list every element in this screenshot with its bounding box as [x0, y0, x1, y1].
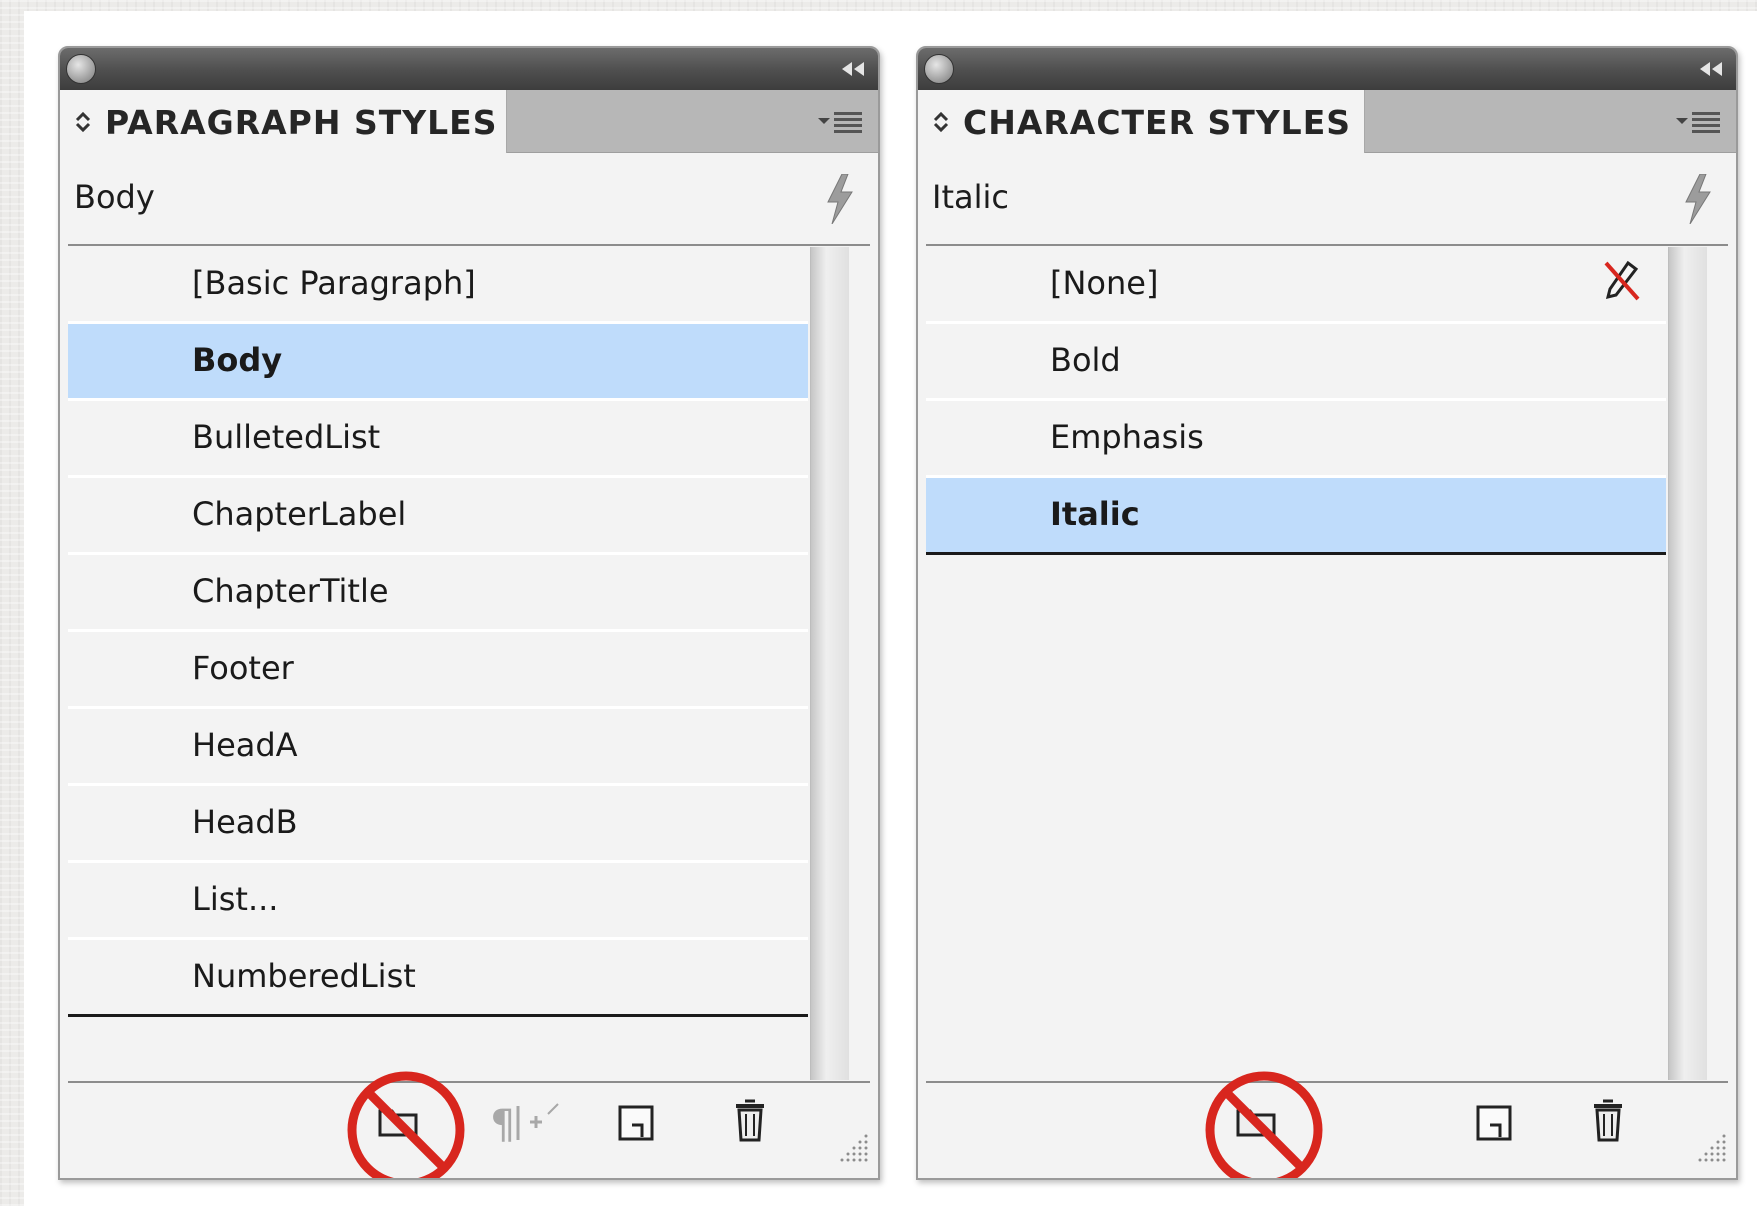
delete-trash-icon[interactable]: [732, 1098, 768, 1142]
tab-sort-arrows-icon: [75, 111, 91, 133]
tab-sort-arrows-icon: [933, 111, 949, 133]
divider: [68, 1081, 870, 1083]
scrollbar[interactable]: [1668, 247, 1707, 1080]
svg-text:¶: ¶: [490, 1102, 515, 1144]
panel-menu-icon[interactable]: [818, 110, 864, 134]
collapse-arrows-icon[interactable]: [840, 62, 866, 76]
divider: [926, 244, 1728, 246]
new-style-icon[interactable]: [616, 1103, 656, 1143]
prohibited-icon: [1205, 1071, 1323, 1178]
resize-grip-icon[interactable]: [836, 1130, 870, 1164]
list-item[interactable]: List...: [68, 863, 808, 940]
panel-title: CHARACTER STYLES: [963, 103, 1352, 142]
close-icon[interactable]: [66, 54, 96, 84]
clear-overrides-icon[interactable]: ¶: [490, 1100, 564, 1144]
list-item[interactable]: HeadA: [68, 709, 808, 786]
list-item[interactable]: [Basic Paragraph]: [68, 247, 808, 324]
character-style-list: [None] Bold Emphasis Italic: [926, 247, 1666, 1077]
prohibited-icon: [347, 1071, 465, 1178]
paragraph-style-list: [Basic Paragraph] Body BulletedList Chap…: [68, 247, 808, 1077]
panel-titlebar: [918, 48, 1736, 90]
list-item[interactable]: Footer: [68, 632, 808, 709]
list-item[interactable]: HeadB: [68, 786, 808, 863]
delete-trash-icon[interactable]: [1590, 1098, 1626, 1142]
list-item[interactable]: BulletedList: [68, 401, 808, 478]
divider: [926, 1081, 1728, 1083]
new-style-icon[interactable]: [1474, 1103, 1514, 1143]
list-item-selected[interactable]: Italic: [926, 478, 1666, 555]
list-item[interactable]: [None]: [926, 247, 1666, 324]
scrollbar[interactable]: [810, 247, 849, 1080]
panel-titlebar: [60, 48, 878, 90]
panel-menu-icon[interactable]: [1676, 110, 1722, 134]
list-item[interactable]: ChapterLabel: [68, 478, 808, 555]
divider: [68, 244, 870, 246]
list-item[interactable]: Emphasis: [926, 401, 1666, 478]
list-item[interactable]: Bold: [926, 324, 1666, 401]
resize-grip-icon[interactable]: [1694, 1130, 1728, 1164]
list-item[interactable]: ChapterTitle: [68, 555, 808, 632]
character-styles-panel: CHARACTER STYLES Italic [None] Bold Emph…: [916, 46, 1738, 1180]
no-style-pencil-icon: [1604, 260, 1640, 301]
paragraph-styles-panel: PARAGRAPH STYLES Body [Basic Paragraph] …: [58, 46, 880, 1180]
close-icon[interactable]: [924, 54, 954, 84]
current-style-name: Body: [74, 178, 155, 216]
current-style-name: Italic: [932, 178, 1009, 216]
quick-apply-lightning-icon[interactable]: [824, 174, 854, 224]
tab-character-styles[interactable]: CHARACTER STYLES: [918, 90, 1365, 153]
quick-apply-lightning-icon[interactable]: [1682, 174, 1712, 224]
list-item[interactable]: NumberedList: [68, 940, 808, 1017]
tab-paragraph-styles[interactable]: PARAGRAPH STYLES: [60, 90, 507, 153]
collapse-arrows-icon[interactable]: [1698, 62, 1724, 76]
panel-tab-row: PARAGRAPH STYLES: [60, 90, 878, 153]
list-item-selected[interactable]: Body: [68, 324, 808, 401]
panel-title: PARAGRAPH STYLES: [105, 103, 498, 142]
panel-tab-row: CHARACTER STYLES: [918, 90, 1736, 153]
